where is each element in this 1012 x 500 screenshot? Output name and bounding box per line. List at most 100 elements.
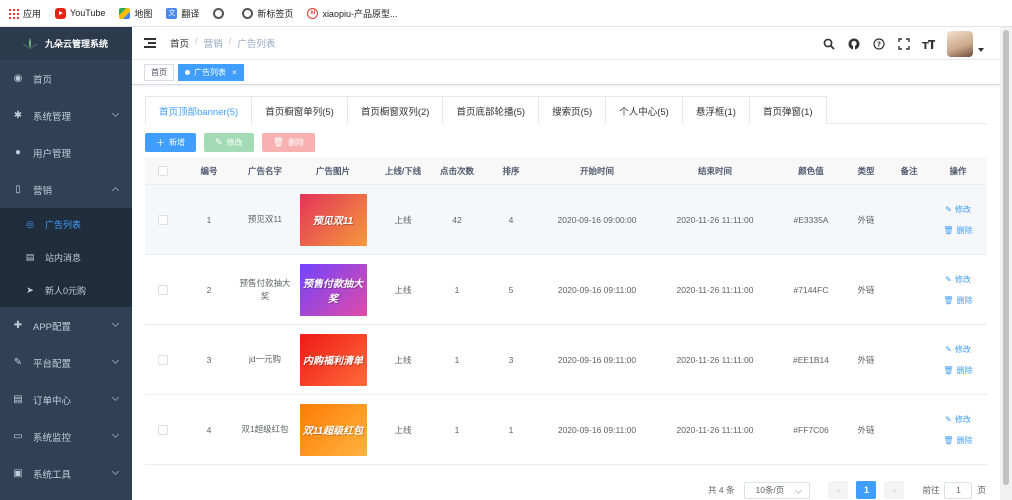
- page-scrollbar[interactable]: [1000, 27, 1012, 500]
- bookmark-item[interactable]: xi xiaopiu-产品原型...: [307, 7, 397, 20]
- tab-0[interactable]: 首页顶部banner(5): [145, 96, 253, 125]
- fullscreen-icon[interactable]: [897, 37, 910, 50]
- close-icon[interactable]: ×: [232, 68, 237, 77]
- add-button-label: 新增: [169, 138, 186, 147]
- ad-thumbnail[interactable]: 预见双11: [299, 193, 367, 246]
- sidebar-item-label: 系统管理: [33, 111, 72, 123]
- sidebar-item-label: 用户管理: [33, 148, 72, 160]
- cell-actions: ✎ 修改 🗑 删除: [931, 199, 985, 241]
- edit-icon: ✎: [13, 356, 23, 368]
- submenu-item-0[interactable]: ◎ 广告列表: [0, 208, 132, 241]
- row-delete-button[interactable]: 🗑 删除: [943, 225, 972, 236]
- bookmark-label: YouTube: [70, 8, 106, 18]
- bookmark-item[interactable]: [213, 7, 228, 19]
- row-delete-button[interactable]: 🗑 删除: [943, 365, 972, 376]
- ad-thumbnail[interactable]: 预售付款抽大奖: [299, 263, 367, 316]
- sidebar-item-sidebar-items_after-0[interactable]: ✚ APP配置: [0, 307, 132, 344]
- bookmark-item[interactable]: 应用: [8, 7, 41, 20]
- table-row[interactable]: 4 双1超级红包 双11超级红包 上线 1 1 2020-09-16 09:11:00 202…: [145, 395, 987, 465]
- ad-thumbnail[interactable]: 内购福利清单: [299, 333, 367, 386]
- edit-icon: ✎: [215, 137, 223, 147]
- cell-start-time: 2020-09-16 09:11:00: [557, 284, 637, 295]
- add-button[interactable]: ＋新增: [145, 133, 197, 152]
- chevron-down-icon[interactable]: [978, 47, 984, 52]
- bookmark-item[interactable]: 地图: [119, 7, 152, 20]
- plus-icon: ＋: [156, 138, 166, 148]
- table-row[interactable]: 3 jd一元购 内购福利清单 上线 1 3 2020-09-16 09:11:00 2020-…: [145, 325, 987, 395]
- row-checkbox[interactable]: [158, 424, 168, 435]
- cell-name: 预售付款抽大奖: [237, 277, 293, 303]
- row-edit-label: 修改: [954, 344, 971, 354]
- tab-7[interactable]: 首页弹窗(1): [748, 96, 827, 124]
- submenu-item-1[interactable]: ▤ 站内消息: [0, 241, 132, 274]
- column-header: 操作: [949, 165, 967, 176]
- tag-1[interactable]: 广告列表 ×: [178, 63, 244, 81]
- font-size-icon[interactable]: TT: [922, 37, 935, 50]
- table-row[interactable]: 2 预售付款抽大奖 预售付款抽大奖 上线 1 5 2020-09-16 09:11:00 20…: [145, 255, 987, 325]
- scrollbar-thumb[interactable]: [1003, 30, 1009, 485]
- goto-page-input[interactable]: 1: [944, 481, 973, 499]
- cell-id: 2: [206, 284, 212, 295]
- tab-1[interactable]: 首页橱窗单列(5): [251, 96, 348, 124]
- ad-position-tabs: 首页顶部banner(5) 首页橱窗单列(5) 首页橱窗双列(2) 首页底部轮播(5)…: [145, 96, 987, 125]
- tab-5[interactable]: 个人中心(5): [605, 96, 683, 124]
- row-checkbox[interactable]: [158, 354, 168, 365]
- page-size-select[interactable]: 10条/页: [744, 481, 811, 499]
- tags-view: 首页 广告列表 ×: [132, 60, 1000, 85]
- bookmark-item[interactable]: YouTube: [55, 7, 106, 19]
- cell-id: 3: [206, 354, 212, 365]
- edit-button[interactable]: ✎ 修改: [204, 133, 254, 152]
- row-edit-button[interactable]: ✎ 修改: [945, 274, 971, 285]
- sidebar-item-sidebar-items_after-3[interactable]: ▭ 系统监控: [0, 418, 132, 455]
- sidebar-item-sidebar-items-0[interactable]: ◉ 首页: [0, 60, 132, 97]
- sidebar-item-sidebar-items-1[interactable]: ✱ 系统管理: [0, 97, 132, 134]
- bookmark-item[interactable]: 新标签页: [242, 7, 293, 20]
- trash-icon: 🗑: [943, 225, 954, 235]
- cell-status: 上线: [394, 284, 412, 295]
- delete-button[interactable]: 🗑 删除: [261, 133, 315, 152]
- edit-icon: ✎: [945, 344, 952, 354]
- github-icon[interactable]: [847, 37, 860, 50]
- tab-4[interactable]: 搜索页(5): [538, 96, 607, 124]
- submenu-item-2[interactable]: ➤ 新人0元购: [0, 274, 132, 307]
- tab-3[interactable]: 首页底部轮播(5): [442, 96, 540, 124]
- cell-image: 预见双11: [293, 193, 373, 246]
- sidebar-item-sidebar-items-3[interactable]: ▯ 营销: [0, 171, 132, 208]
- select-all-checkbox[interactable]: [158, 165, 168, 176]
- row-delete-button[interactable]: 🗑 删除: [943, 435, 972, 446]
- sidebar-item-sidebar-items_after-2[interactable]: ▤ 订单中心: [0, 381, 132, 418]
- breadcrumb-home[interactable]: 首页: [170, 36, 189, 50]
- breadcrumb-marketing[interactable]: 营销: [204, 36, 223, 50]
- row-checkbox[interactable]: [158, 284, 168, 295]
- row-edit-label: 修改: [954, 274, 971, 284]
- cell-type: 外链: [857, 354, 875, 365]
- prev-page-button[interactable]: ‹: [828, 481, 849, 499]
- search-icon[interactable]: [822, 37, 835, 50]
- sidebar-item-sidebar-items_after-1[interactable]: ✎ 平台配置: [0, 344, 132, 381]
- sidebar-item-sidebar-items_after-4[interactable]: ▣ 系统工具: [0, 455, 132, 492]
- row-delete-button[interactable]: 🗑 删除: [943, 295, 972, 306]
- column-header: 排序: [502, 165, 520, 176]
- row-edit-button[interactable]: ✎ 修改: [945, 344, 971, 355]
- youtube-icon: [55, 7, 67, 19]
- bookmark-item[interactable]: 文翻译: [166, 7, 199, 20]
- sidebar-item-sidebar-items-2[interactable]: ● 用户管理: [0, 134, 132, 171]
- row-edit-button[interactable]: ✎ 修改: [945, 414, 971, 425]
- hamburger-menu-icon[interactable]: [144, 38, 156, 48]
- table-row[interactable]: 1 预见双11 预见双11 上线 42 4 2020-09-16 09:00:00 2020-…: [145, 185, 987, 255]
- avatar[interactable]: [947, 30, 973, 57]
- help-icon[interactable]: ?: [872, 37, 885, 50]
- tab-6[interactable]: 悬浮框(1): [681, 96, 750, 124]
- row-checkbox[interactable]: [158, 214, 168, 225]
- tab-2[interactable]: 首页橱窗双列(2): [346, 96, 444, 124]
- tag-0[interactable]: 首页: [144, 63, 174, 81]
- sidebar-logo[interactable]: 九朵云管理系统: [0, 27, 132, 60]
- page-number-button[interactable]: 1: [856, 481, 877, 499]
- cell-start-time: 2020-09-16 09:11:00: [557, 354, 637, 365]
- ad-thumbnail[interactable]: 双11超级红包: [299, 403, 367, 456]
- cell-type: 外链: [857, 424, 875, 435]
- ad-name: 预见双11: [247, 214, 283, 224]
- next-page-button[interactable]: ›: [884, 481, 905, 499]
- row-checkbox-cell: [145, 214, 181, 225]
- row-edit-button[interactable]: ✎ 修改: [945, 204, 971, 215]
